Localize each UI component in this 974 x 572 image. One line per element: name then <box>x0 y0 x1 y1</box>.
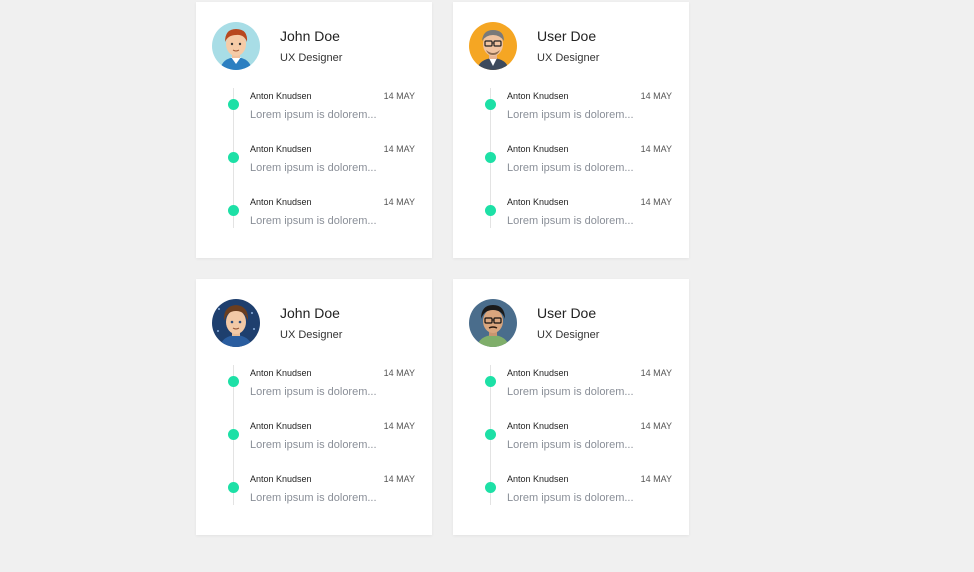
timeline-item[interactable]: Anton Knudsen 14 MAY Lorem ipsum is dolo… <box>228 188 424 228</box>
timeline-date: 14 MAY <box>383 197 415 207</box>
timeline-author: Anton Knudsen <box>507 197 569 207</box>
timeline-author: Anton Knudsen <box>507 368 569 378</box>
card-header: User Doe UX Designer <box>469 22 679 72</box>
timeline-dot <box>228 99 239 110</box>
timeline-author: Anton Knudsen <box>507 421 569 431</box>
timeline-item[interactable]: Anton Knudsen 14 MAY Lorem ipsum is dolo… <box>228 412 424 452</box>
timeline-item[interactable]: Anton Knudsen 14 MAY Lorem ipsum is dolo… <box>485 465 681 505</box>
timeline-author: Anton Knudsen <box>250 368 312 378</box>
avatar[interactable] <box>469 22 517 70</box>
timeline-text: Lorem ipsum is dolorem... <box>250 439 377 451</box>
profile-card: John Doe UX Designer Anton Knudsen 14 MA… <box>196 279 432 535</box>
activity-timeline: Anton Knudsen 14 MAY Lorem ipsum is dolo… <box>485 359 681 519</box>
profile-card: John Doe UX Designer Anton Knudsen 14 MA… <box>196 2 432 258</box>
card-header: John Doe UX Designer <box>212 299 422 349</box>
timeline-dot <box>228 376 239 387</box>
profile-role: UX Designer <box>537 52 600 64</box>
profile-role: UX Designer <box>280 52 343 64</box>
timeline-date: 14 MAY <box>640 197 672 207</box>
timeline-item[interactable]: Anton Knudsen 14 MAY Lorem ipsum is dolo… <box>485 359 681 399</box>
timeline-author: Anton Knudsen <box>507 91 569 101</box>
card-header: User Doe UX Designer <box>469 299 679 349</box>
timeline-dot <box>228 429 239 440</box>
card-header: John Doe UX Designer <box>212 22 422 72</box>
timeline-text: Lorem ipsum is dolorem... <box>507 386 634 398</box>
timeline-author: Anton Knudsen <box>250 421 312 431</box>
timeline-author: Anton Knudsen <box>507 144 569 154</box>
timeline-dot <box>485 205 496 216</box>
timeline-date: 14 MAY <box>640 421 672 431</box>
timeline-author: Anton Knudsen <box>507 474 569 484</box>
avatar-dark-hair-glasses-man-icon <box>469 299 517 347</box>
profile-card: User Doe UX Designer Anton Knudsen 14 MA… <box>453 279 689 535</box>
timeline-item[interactable]: Anton Knudsen 14 MAY Lorem ipsum is dolo… <box>485 188 681 228</box>
timeline-dot <box>228 205 239 216</box>
timeline-text: Lorem ipsum is dolorem... <box>250 109 377 121</box>
timeline-date: 14 MAY <box>640 474 672 484</box>
timeline-dot <box>485 152 496 163</box>
timeline-item[interactable]: Anton Knudsen 14 MAY Lorem ipsum is dolo… <box>485 135 681 175</box>
timeline-date: 14 MAY <box>640 368 672 378</box>
activity-timeline: Anton Knudsen 14 MAY Lorem ipsum is dolo… <box>228 359 424 519</box>
avatar[interactable] <box>212 299 260 347</box>
timeline-text: Lorem ipsum is dolorem... <box>250 162 377 174</box>
avatar-glasses-man-icon <box>469 22 517 70</box>
avatar[interactable] <box>212 22 260 70</box>
timeline-dot <box>228 482 239 493</box>
timeline-text: Lorem ipsum is dolorem... <box>507 162 634 174</box>
timeline-date: 14 MAY <box>640 91 672 101</box>
timeline-author: Anton Knudsen <box>250 197 312 207</box>
profile-role: UX Designer <box>537 329 600 341</box>
timeline-date: 14 MAY <box>383 368 415 378</box>
timeline-author: Anton Knudsen <box>250 144 312 154</box>
profile-name: User Doe <box>537 28 597 44</box>
timeline-dot <box>485 482 496 493</box>
timeline-text: Lorem ipsum is dolorem... <box>507 492 634 504</box>
activity-timeline: Anton Knudsen 14 MAY Lorem ipsum is dolo… <box>485 82 681 242</box>
profile-role: UX Designer <box>280 329 343 341</box>
profile-card: User Doe UX Designer Anton Knudsen 14 MA… <box>453 2 689 258</box>
timeline-item[interactable]: Anton Knudsen 14 MAY Lorem ipsum is dolo… <box>485 412 681 452</box>
avatar-brown-hair-man-icon <box>212 299 260 347</box>
profile-name: John Doe <box>280 28 340 44</box>
profile-name: User Doe <box>537 305 597 321</box>
timeline-date: 14 MAY <box>383 474 415 484</box>
timeline-dot <box>485 99 496 110</box>
timeline-author: Anton Knudsen <box>250 474 312 484</box>
timeline-text: Lorem ipsum is dolorem... <box>250 386 377 398</box>
timeline-date: 14 MAY <box>383 91 415 101</box>
timeline-text: Lorem ipsum is dolorem... <box>250 215 377 227</box>
timeline-item[interactable]: Anton Knudsen 14 MAY Lorem ipsum is dolo… <box>228 465 424 505</box>
timeline-dot <box>485 429 496 440</box>
timeline-author: Anton Knudsen <box>250 91 312 101</box>
timeline-item[interactable]: Anton Knudsen 14 MAY Lorem ipsum is dolo… <box>228 82 424 122</box>
avatar[interactable] <box>469 299 517 347</box>
timeline-text: Lorem ipsum is dolorem... <box>507 215 634 227</box>
timeline-text: Lorem ipsum is dolorem... <box>507 109 634 121</box>
timeline-text: Lorem ipsum is dolorem... <box>507 439 634 451</box>
timeline-text: Lorem ipsum is dolorem... <box>250 492 377 504</box>
timeline-date: 14 MAY <box>640 144 672 154</box>
activity-timeline: Anton Knudsen 14 MAY Lorem ipsum is dolo… <box>228 82 424 242</box>
timeline-item[interactable]: Anton Knudsen 14 MAY Lorem ipsum is dolo… <box>228 135 424 175</box>
timeline-date: 14 MAY <box>383 144 415 154</box>
profile-name: John Doe <box>280 305 340 321</box>
avatar-redhead-man-icon <box>212 22 260 70</box>
timeline-item[interactable]: Anton Knudsen 14 MAY Lorem ipsum is dolo… <box>228 359 424 399</box>
timeline-dot <box>228 152 239 163</box>
timeline-dot <box>485 376 496 387</box>
timeline-date: 14 MAY <box>383 421 415 431</box>
timeline-item[interactable]: Anton Knudsen 14 MAY Lorem ipsum is dolo… <box>485 82 681 122</box>
